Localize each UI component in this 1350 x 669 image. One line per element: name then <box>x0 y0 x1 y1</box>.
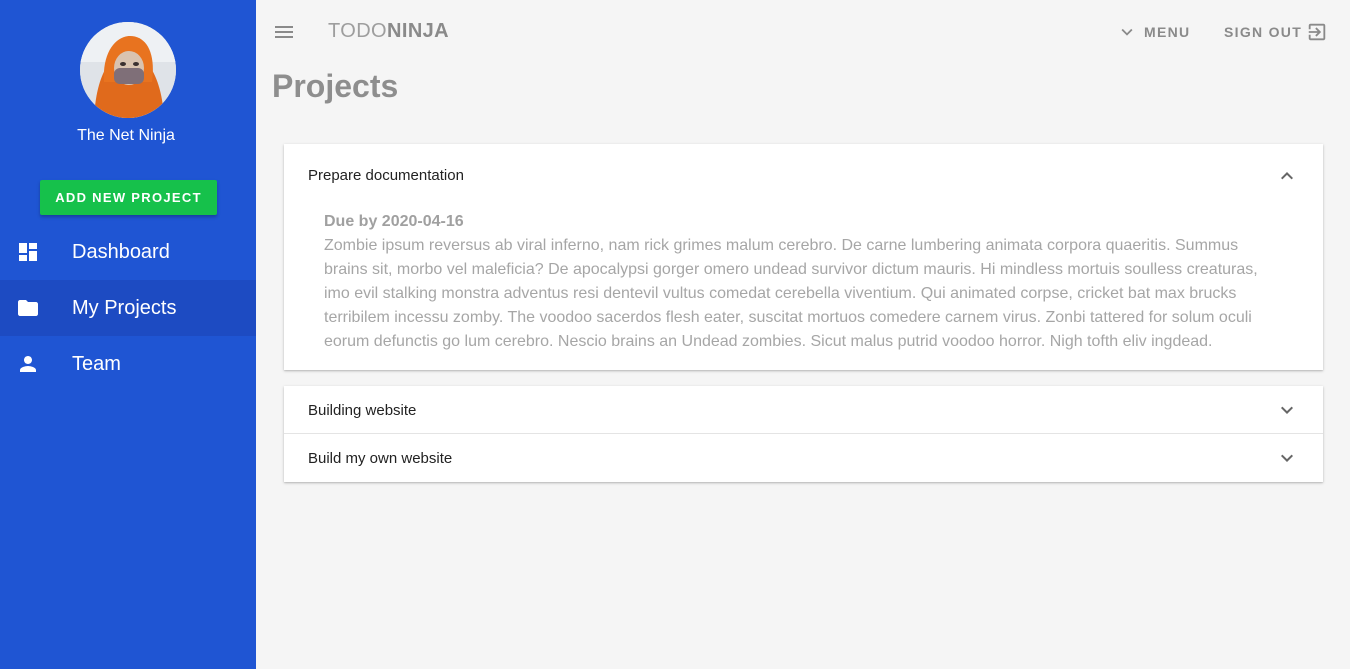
exit-icon <box>1308 23 1326 41</box>
sign-out-label: SIGN OUT <box>1224 24 1303 40</box>
chevron-down-icon <box>1281 454 1293 462</box>
nav-label-my-projects: My Projects <box>72 296 177 319</box>
project-title: Build my own website <box>308 450 453 467</box>
nav-item-dashboard[interactable]: Dashboard <box>0 224 256 280</box>
projects-expansion-panels: Prepare documentation Due by 2020-04-16 … <box>284 144 1323 482</box>
hamburger-menu-icon[interactable] <box>272 20 296 44</box>
add-new-project-button[interactable]: ADD NEW PROJECT <box>40 180 217 215</box>
project-panel-expanded: Prepare documentation Due by 2020-04-16 … <box>284 144 1323 370</box>
chevron-down-icon <box>1281 406 1293 414</box>
project-panel-header[interactable]: Prepare documentation <box>284 144 1323 208</box>
nav-label-team: Team <box>72 352 121 375</box>
collapsed-panels-group: Building website Build my own website <box>284 386 1323 482</box>
folder-icon <box>18 300 38 316</box>
page-title: Projects <box>272 68 399 104</box>
menu-button[interactable]: MENU <box>1116 18 1190 46</box>
menu-label: MENU <box>1144 24 1191 40</box>
sign-out-button[interactable]: SIGN OUT <box>1224 18 1328 46</box>
project-panel-header[interactable]: Building website <box>284 386 1323 434</box>
project-title: Prepare documentation <box>308 167 464 184</box>
nav-label-dashboard: Dashboard <box>72 240 170 263</box>
brand-light: TODO <box>328 20 388 42</box>
top-toolbar: TODONINJA MENU SIGN OUT <box>256 0 1350 64</box>
navigation-drawer: The Net Ninja ADD NEW PROJECT Dashboard … <box>0 0 256 669</box>
project-panel-content: Due by 2020-04-16 Zombie ipsum reversus … <box>284 208 1323 370</box>
chevron-down-icon <box>1121 28 1133 36</box>
dashboard-icon <box>19 243 37 261</box>
nav-item-my-projects[interactable]: My Projects <box>0 280 256 336</box>
project-panel-header[interactable]: Build my own website <box>284 434 1323 482</box>
person-icon <box>20 356 36 372</box>
nav-item-team[interactable]: Team <box>0 336 256 392</box>
chevron-up-icon <box>1281 172 1293 180</box>
project-due-date: Due by 2020-04-16 <box>324 213 464 230</box>
brand-bold: NINJA <box>387 20 450 42</box>
project-description: Zombie ipsum reversus ab viral inferno, … <box>324 237 1258 350</box>
app-title: TODONINJA <box>328 20 449 43</box>
avatar[interactable] <box>80 22 176 118</box>
user-name: The Net Ninja <box>77 127 175 144</box>
project-title: Building website <box>308 402 417 419</box>
